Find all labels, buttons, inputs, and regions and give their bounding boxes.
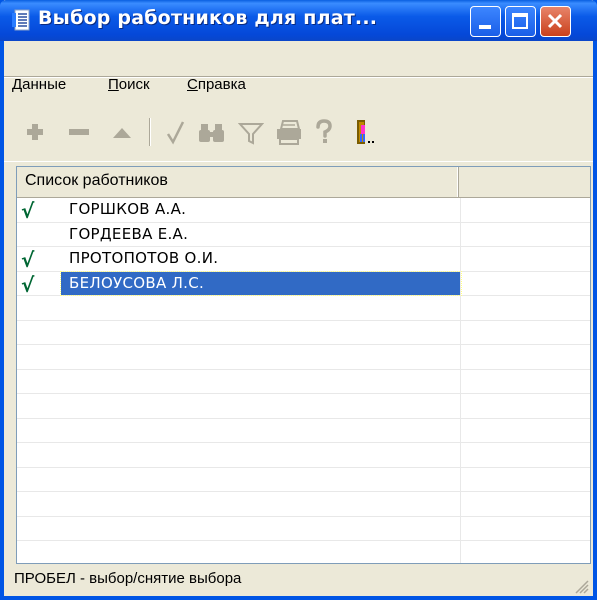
column-divider xyxy=(460,418,461,442)
list-item-empty xyxy=(17,467,590,492)
employee-list[interactable]: Список работников √ ГОРШКОВ А.А. ГОРДЕЕВ… xyxy=(16,166,591,564)
list-item-empty xyxy=(17,345,590,370)
list-item-empty xyxy=(17,443,590,468)
column-divider xyxy=(460,296,461,320)
list-item-empty xyxy=(17,320,590,345)
exit-icon[interactable] xyxy=(351,112,377,152)
toolbar-separator xyxy=(149,118,151,146)
menu-search-hotkey: П xyxy=(108,76,119,93)
list-item-empty xyxy=(17,492,590,517)
minimize-icon xyxy=(479,25,491,29)
add-icon[interactable] xyxy=(25,112,45,152)
column-divider xyxy=(460,394,461,418)
column-divider xyxy=(460,492,461,516)
list-item-empty xyxy=(17,418,590,443)
close-icon xyxy=(547,13,563,29)
column-header-label: Список работников xyxy=(25,172,168,189)
menu-data-hotkey: Д xyxy=(12,76,23,93)
title-bar[interactable]: Выбор работников для плат... xyxy=(0,0,597,41)
column-divider xyxy=(460,222,461,246)
menu-help-hotkey: С xyxy=(187,76,198,93)
column-divider xyxy=(460,467,461,491)
up-icon[interactable] xyxy=(111,112,133,152)
column-divider xyxy=(460,516,461,540)
list-item[interactable]: √ ПРОТОПОТОВ О.И. xyxy=(17,247,590,272)
menu-help-label: правка xyxy=(197,76,246,93)
status-bar: ПРОБЕЛ - выбор/снятие выбора xyxy=(12,568,589,594)
toolbar-divider xyxy=(4,161,593,162)
menu-help[interactable]: Справка xyxy=(187,76,246,93)
binoculars-icon[interactable] xyxy=(198,112,226,152)
column-divider xyxy=(460,271,461,295)
menu-search-label: оиск xyxy=(118,76,150,93)
menu-search[interactable]: Поиск xyxy=(108,76,150,93)
list-item-empty xyxy=(17,541,590,563)
checkmark-icon: √ xyxy=(21,272,35,297)
column-divider xyxy=(460,443,461,467)
list-item-empty xyxy=(17,516,590,541)
column-header-employees[interactable]: Список работников xyxy=(17,167,459,197)
minimize-button[interactable] xyxy=(470,6,501,37)
column-divider xyxy=(460,320,461,344)
app-window: Выбор работников для плат... Данные Поис… xyxy=(0,0,597,600)
window-title: Выбор работников для плат... xyxy=(38,7,378,29)
menu-divider-highlight xyxy=(4,77,593,78)
checkmark-icon: √ xyxy=(21,199,35,223)
employee-name: ПРОТОПОТОВ О.И. xyxy=(69,249,219,267)
toolbar xyxy=(11,112,591,158)
list-item-empty xyxy=(17,394,590,419)
resize-grip-icon[interactable] xyxy=(573,578,589,594)
checkmark-icon: √ xyxy=(21,248,35,272)
list-rows: √ ГОРШКОВ А.А. ГОРДЕЕВА Е.А. √ ПРОТОПОТО… xyxy=(17,198,590,563)
employee-name: ГОРШКОВ А.А. xyxy=(69,200,187,218)
help-icon[interactable] xyxy=(313,112,335,152)
column-divider xyxy=(460,345,461,369)
employee-name: ГОРДЕЕВА Е.А. xyxy=(69,224,189,243)
list-item-empty xyxy=(17,296,590,321)
column-divider xyxy=(460,369,461,393)
maximize-button[interactable] xyxy=(505,6,536,37)
filter-icon[interactable] xyxy=(238,112,264,152)
employee-name: БЕЛОУСОВА Л.С. xyxy=(60,270,462,296)
list-item-selected[interactable]: √ БЕЛОУСОВА Л.С. xyxy=(17,270,590,297)
maximize-icon xyxy=(512,13,528,29)
list-item-empty xyxy=(17,369,590,394)
column-divider xyxy=(460,247,461,271)
list-header: Список работников xyxy=(17,167,590,198)
status-text: ПРОБЕЛ - выбор/снятие выбора xyxy=(14,570,242,587)
column-divider xyxy=(460,198,461,222)
list-item[interactable]: ГОРДЕЕВА Е.А. xyxy=(17,222,590,247)
menu-data-label: анные xyxy=(22,76,67,93)
document-icon xyxy=(12,9,30,31)
column-divider xyxy=(460,541,461,563)
print-icon[interactable] xyxy=(275,112,303,152)
remove-icon[interactable] xyxy=(68,112,90,152)
check-icon[interactable] xyxy=(166,112,186,152)
close-button[interactable] xyxy=(540,6,571,37)
menu-data[interactable]: Данные xyxy=(12,76,66,93)
list-item[interactable]: √ ГОРШКОВ А.А. xyxy=(17,198,590,223)
